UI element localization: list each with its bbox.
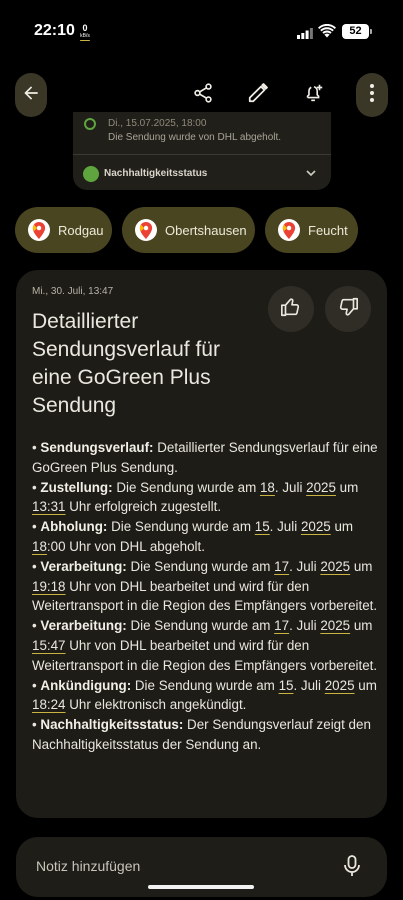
list-item: • Abholung: Die Sendung wurde am 15. Jul…: [32, 519, 354, 554]
status-bar: 22:10 0 kB/s 52: [0, 0, 403, 60]
event-description: Die Sendung wurde von DHL abgeholt.: [108, 132, 282, 143]
share-button[interactable]: [191, 82, 215, 109]
maps-pin-icon: [28, 219, 50, 241]
shipment-preview-card[interactable]: Di., 15.07.2025, 18:00 Die Sendung wurde…: [73, 112, 331, 190]
clock: 22:10: [34, 22, 75, 39]
more-vert-icon: [369, 83, 375, 108]
edit-button[interactable]: [246, 82, 270, 109]
network-speed: 0 kB/s: [80, 23, 90, 40]
battery-indicator: 52: [342, 24, 369, 39]
sustainability-leaf-icon: [83, 166, 99, 182]
sustainability-status-label: Nachhaltigkeitsstatus: [104, 168, 208, 179]
thumbs-down-button[interactable]: [325, 286, 371, 332]
chip-feucht[interactable]: Feucht: [265, 207, 358, 253]
top-toolbar: [0, 73, 403, 117]
note-placeholder[interactable]: Notiz hinzufügen: [36, 858, 140, 874]
chip-label: Feucht: [308, 222, 348, 238]
summary-card: Mi., 30. Juli, 13:47 Detaillierter Sendu…: [16, 270, 387, 818]
add-reminder-button[interactable]: [302, 83, 326, 107]
event-date: Di., 15.07.2025, 18:00: [108, 118, 207, 129]
more-options-button[interactable]: [356, 73, 388, 117]
chip-label: Rodgau: [58, 222, 104, 238]
shipment-history-text: • Sendungsverlauf: Detaillierter Sendung…: [32, 438, 378, 755]
list-item: • Verarbeitung: Die Sendung wurde am 17.…: [32, 558, 378, 614]
chip-label: Obertshausen: [165, 222, 247, 238]
back-button[interactable]: [15, 73, 47, 117]
chevron-down-icon[interactable]: [305, 166, 317, 184]
maps-pin-icon: [135, 219, 157, 241]
chip-obertshausen[interactable]: Obertshausen: [122, 207, 255, 253]
list-item: • Sendungsverlauf: Detaillierter Sendung…: [32, 440, 378, 475]
list-item: • Ankündigung: Die Sendung wurde am 15. …: [32, 677, 377, 713]
edit-pencil-icon: [247, 82, 269, 109]
status-dot-icon: [84, 118, 96, 130]
list-item: • Nachhaltigkeitsstatus: Der Sendungsver…: [32, 717, 371, 752]
cell-signal-icon: [297, 26, 313, 44]
maps-pin-icon: [278, 219, 300, 241]
divider: [73, 154, 331, 155]
wifi-icon: [318, 23, 336, 43]
list-item: • Verarbeitung: Die Sendung wurde am 17.…: [32, 618, 378, 673]
home-indicator[interactable]: [148, 885, 254, 889]
thumbs-up-button[interactable]: [268, 286, 314, 332]
chip-rodgau[interactable]: Rodgau: [15, 207, 112, 253]
thumbs-down-icon: [337, 296, 359, 323]
add-reminder-icon: [303, 82, 325, 109]
card-title: Detaillierter Sendungsverlauf für eine G…: [32, 310, 220, 417]
thumbs-up-icon: [280, 296, 302, 323]
battery-tip: [370, 29, 372, 34]
share-icon: [192, 82, 214, 109]
back-arrow-icon: [21, 83, 41, 108]
card-date: Mi., 30. Juli, 13:47: [32, 286, 114, 297]
microphone-icon[interactable]: [343, 855, 361, 882]
list-item: • Zustellung: Die Sendung wurde am 18. J…: [32, 479, 359, 515]
